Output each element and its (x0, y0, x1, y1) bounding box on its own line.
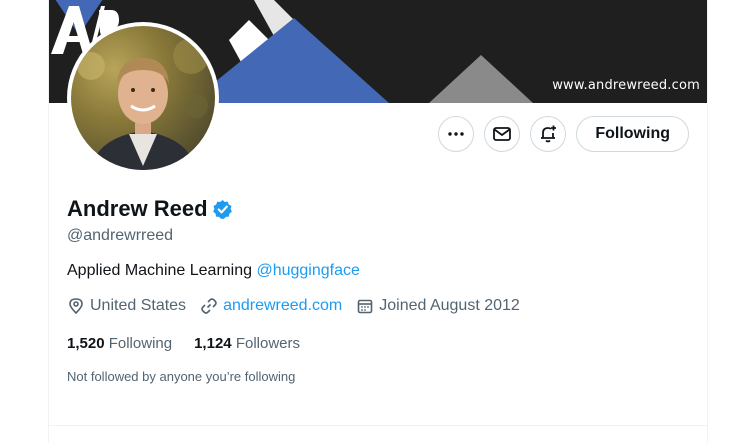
following-label: Following (108, 335, 173, 352)
notify-button[interactable] (530, 116, 567, 152)
link-icon (201, 298, 217, 314)
profile-actions: Following (438, 116, 689, 152)
location-text: United States (90, 297, 187, 314)
following-count: 1,520 (67, 335, 105, 352)
verified-badge-icon[interactable] (212, 199, 233, 220)
mail-icon (493, 127, 512, 141)
name-row: Andrew Reed (67, 196, 233, 222)
more-horizontal-icon (448, 132, 465, 136)
joined-item: Joined August 2012 (356, 297, 520, 315)
bell-plus-icon (541, 125, 557, 143)
website-link[interactable]: andrewreed.com (223, 297, 342, 315)
followers-count-link[interactable]: 1,124 Followers (194, 335, 300, 352)
bio-text: Applied Machine Learning (67, 262, 257, 279)
following-count-link[interactable]: 1,520 Following (67, 335, 172, 352)
location-pin-icon (69, 298, 83, 315)
bio-mention-link[interactable]: @huggingface (256, 262, 359, 279)
display-name: Andrew Reed (67, 196, 208, 221)
followers-label: Followers (235, 335, 300, 352)
followed-by-note: Not followed by anyone you’re following (67, 369, 296, 384)
banner-site-text: www.andrewreed.com (552, 78, 700, 93)
calendar-icon (357, 299, 373, 314)
avatar[interactable] (67, 22, 219, 174)
bio: Applied Machine Learning @huggingface (67, 262, 360, 280)
section-divider (49, 425, 707, 426)
following-button[interactable]: Following (576, 116, 689, 152)
avatar-photo (71, 26, 215, 170)
more-button[interactable] (438, 116, 475, 152)
location-item: United States (67, 297, 186, 315)
profile-card: www.andrewreed.com Following Andrew Reed… (48, 0, 708, 443)
user-handle: @andrewrreed (67, 227, 174, 244)
joined-text: Joined August 2012 (379, 297, 520, 314)
profile-meta: United States andrewreed.com Joined Augu… (67, 297, 520, 315)
website-item: andrewreed.com (200, 297, 342, 315)
message-button[interactable] (484, 116, 521, 152)
followers-count: 1,124 (194, 335, 232, 352)
follow-counts: 1,520 Following 1,124 Followers (67, 335, 300, 352)
